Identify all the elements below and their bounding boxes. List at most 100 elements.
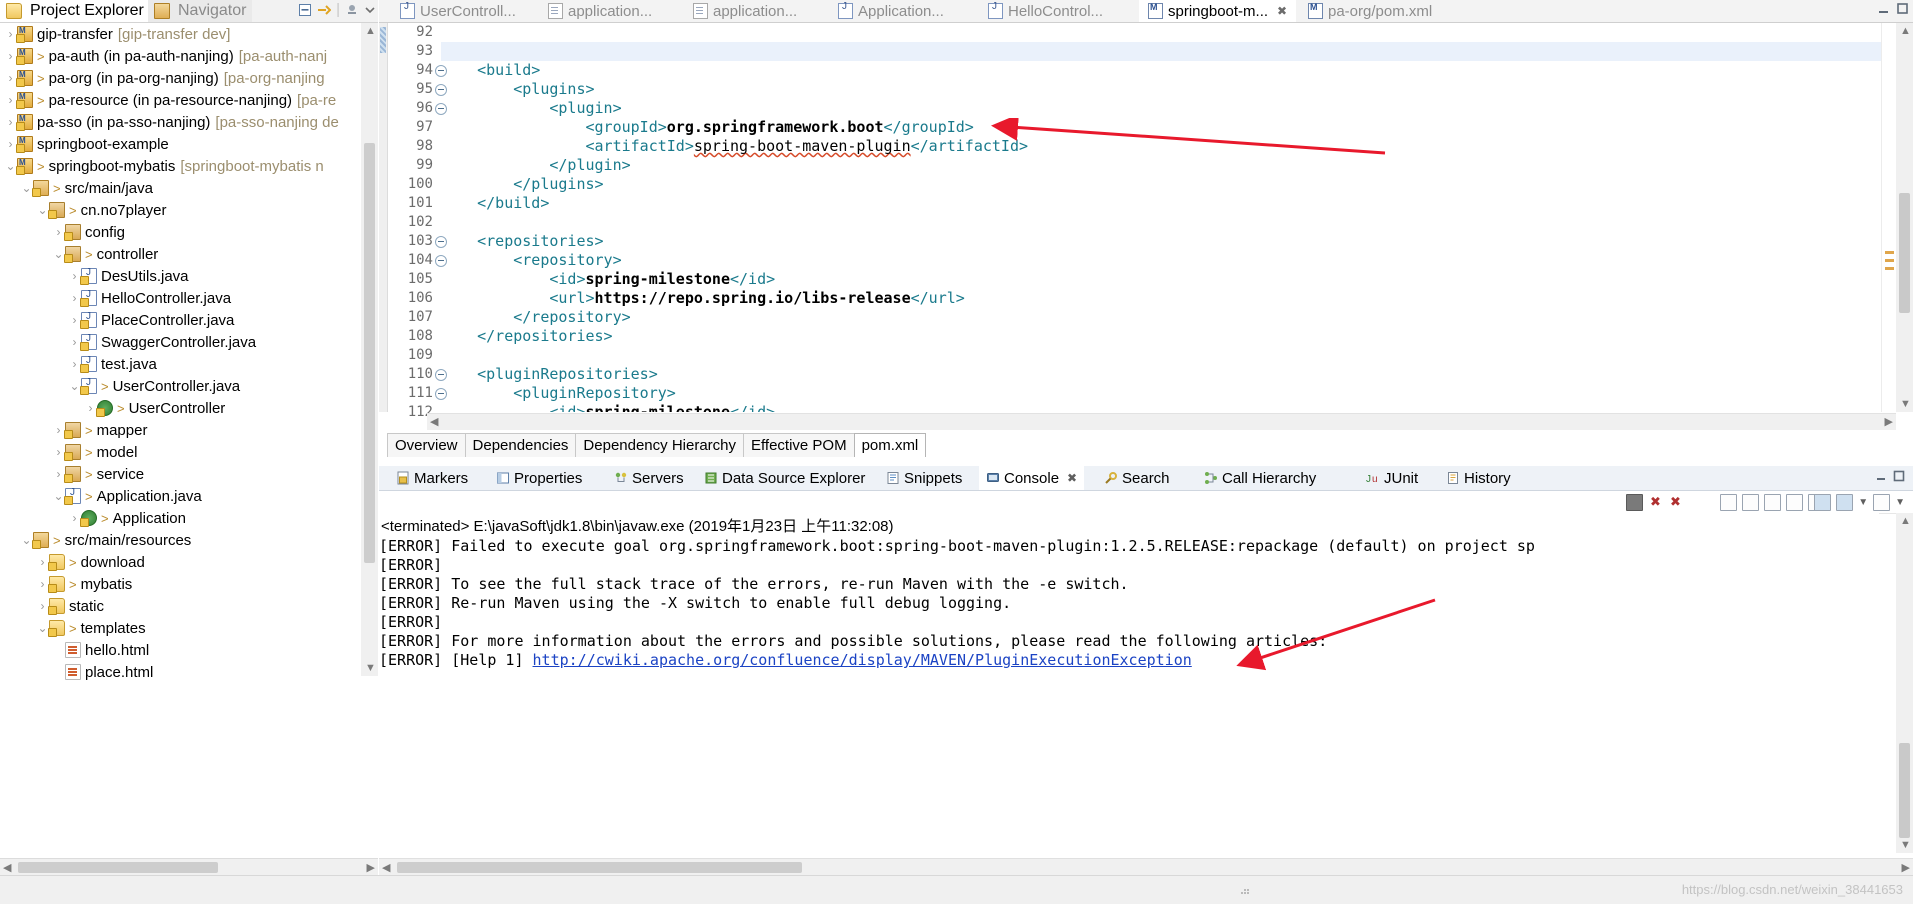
- minimize-icon[interactable]: [1877, 2, 1890, 15]
- close-icon[interactable]: ✖: [1277, 4, 1287, 18]
- tree-item[interactable]: ›>pa-resource (in pa-resource-nanjing)[p…: [0, 89, 360, 111]
- console-tab[interactable]: Console ✖: [979, 466, 1085, 490]
- tree-item[interactable]: ›springboot-example: [0, 133, 360, 155]
- project-tree-vscrollbar[interactable]: ▲ ▼: [361, 23, 378, 676]
- tree-item[interactable]: ›gip-transfer[gip-transfer dev]: [0, 23, 360, 45]
- chevron-down-icon-2[interactable]: ▼: [1895, 497, 1905, 508]
- editor-hscrollbar[interactable]: ◀ ▶: [427, 413, 1896, 430]
- editor-overview-ruler[interactable]: [1881, 23, 1896, 412]
- tree-item[interactable]: ›>pa-org (in pa-org-nanjing)[pa-org-nanj…: [0, 67, 360, 89]
- scroll-up-icon[interactable]: ▲: [1900, 515, 1911, 527]
- open-console-icon[interactable]: [1814, 494, 1832, 511]
- xml-code-editor[interactable]: 92 93 94 95 96 97 98 99 100 101 102 103 104 105 106 107…: [379, 23, 1913, 430]
- scroll-down-icon[interactable]: ▼: [1900, 839, 1911, 851]
- console-tab[interactable]: Call Hierarchy: [1197, 466, 1323, 490]
- chevron-down-icon[interactable]: [364, 3, 376, 17]
- overview-marker[interactable]: [1885, 251, 1894, 254]
- tree-item[interactable]: ⌄ > controller: [0, 243, 360, 265]
- editor-tab[interactable]: Application...: [829, 0, 953, 22]
- word-wrap-icon[interactable]: [1764, 494, 1781, 511]
- console-tab[interactable]: Properties: [489, 466, 589, 490]
- tree-item[interactable]: ⌄ > templates: [0, 617, 360, 639]
- tree-item[interactable]: ›PlaceController.java: [0, 309, 360, 331]
- minimize-icon[interactable]: [1875, 470, 1887, 482]
- code-text-area[interactable]: <build> <plugins> <plugin> <groupId>org.…: [441, 23, 1896, 412]
- tree-item[interactable]: › config: [0, 221, 360, 243]
- pom-tab[interactable]: Effective POM: [743, 433, 855, 457]
- tree-item[interactable]: place.html: [0, 661, 360, 683]
- console-output[interactable]: <terminated> E:\javaSoft\jdk1.8\bin\java…: [379, 513, 1879, 853]
- vscroll-thumb[interactable]: [364, 143, 375, 563]
- vscroll-thumb[interactable]: [1899, 193, 1910, 313]
- editor-tabbar[interactable]: UserControll... application... application…: [379, 0, 1913, 23]
- view-menu-icon[interactable]: [345, 3, 359, 17]
- tree-item[interactable]: › > model: [0, 441, 360, 463]
- scroll-up-icon[interactable]: ▲: [365, 25, 376, 37]
- pom-editor-form-tabs[interactable]: Overview Dependencies Dependency Hierarchy…: [379, 431, 1913, 457]
- maximize-icon[interactable]: [1896, 2, 1909, 15]
- tree-item[interactable]: › > mapper: [0, 419, 360, 441]
- editor-tab[interactable]: application...: [684, 0, 806, 22]
- scroll-down-icon[interactable]: ▼: [365, 662, 376, 674]
- collapse-all-icon[interactable]: [298, 3, 312, 17]
- tree-item[interactable]: ›HelloController.java: [0, 287, 360, 309]
- console-tab[interactable]: History: [1439, 466, 1518, 490]
- console-tab[interactable]: Servers: [607, 466, 691, 490]
- scroll-right-icon[interactable]: ▶: [1885, 415, 1893, 428]
- console-hscrollbar[interactable]: ◀ ▶: [379, 858, 1913, 876]
- overview-marker[interactable]: [1885, 259, 1894, 262]
- tree-item[interactable]: ⌄>UserController.java: [0, 375, 360, 397]
- remove-all-terminated-icon[interactable]: ✖: [1668, 495, 1683, 510]
- tree-item[interactable]: ⌄ > src/main/java: [0, 177, 360, 199]
- tree-item[interactable]: ›SwaggerController.java: [0, 331, 360, 353]
- chevron-down-icon[interactable]: ▼: [1858, 497, 1868, 508]
- console-view-tabbar[interactable]: Markers Properties Servers Data Source Expl…: [379, 466, 1913, 491]
- scroll-up-icon[interactable]: ▲: [1900, 25, 1911, 37]
- close-icon[interactable]: ✖: [1067, 471, 1077, 485]
- pom-tab[interactable]: Dependency Hierarchy: [575, 433, 744, 457]
- remove-launch-icon[interactable]: ✖: [1648, 495, 1663, 510]
- tree-item[interactable]: › > mybatis: [0, 573, 360, 595]
- project-tree-hscrollbar[interactable]: ◀ ▶: [0, 858, 378, 876]
- scroll-right-icon[interactable]: ▶: [1902, 861, 1910, 874]
- scroll-right-icon[interactable]: ▶: [367, 861, 375, 874]
- scroll-left-icon[interactable]: ◀: [382, 861, 390, 874]
- tab-project-explorer[interactable]: Project Explorer ✖: [0, 0, 167, 22]
- console-tab[interactable]: Ju JUnit: [1359, 466, 1425, 490]
- vscroll-thumb[interactable]: [1899, 743, 1910, 838]
- editor-vscrollbar[interactable]: ▲ ▼: [1896, 23, 1913, 412]
- scroll-left-icon[interactable]: ◀: [3, 861, 11, 874]
- editor-tab[interactable]: application...: [539, 0, 661, 22]
- overview-marker[interactable]: [1885, 267, 1894, 270]
- tree-item[interactable]: ›test.java: [0, 353, 360, 375]
- console-tab[interactable]: Markers: [389, 466, 475, 490]
- editor-tab[interactable]: HelloControl...: [979, 0, 1112, 22]
- console-vscrollbar[interactable]: ▲ ▼: [1896, 513, 1913, 853]
- pom-tab[interactable]: pom.xml: [853, 433, 927, 457]
- tree-item[interactable]: ›DesUtils.java: [0, 265, 360, 287]
- tree-item[interactable]: › > UserController: [0, 397, 360, 419]
- tree-item[interactable]: ⌄>Application.java: [0, 485, 360, 507]
- tree-item[interactable]: ⌄ > src/main/resources: [0, 529, 360, 551]
- tree-item[interactable]: ⌄>springboot-mybatis[springboot-mybatis …: [0, 155, 360, 177]
- pom-tab[interactable]: Dependencies: [464, 433, 577, 457]
- pin-icon[interactable]: [1873, 494, 1891, 511]
- console-hyperlink[interactable]: http://cwiki.apache.org/confluence/displ…: [533, 651, 1192, 669]
- pin-console-icon[interactable]: [1786, 494, 1803, 511]
- tree-item[interactable]: › > download: [0, 551, 360, 573]
- editor-tab[interactable]: springboot-m... ✖: [1139, 0, 1297, 22]
- maximize-icon[interactable]: [1893, 470, 1905, 482]
- tree-item[interactable]: ›pa-sso (in pa-sso-nanjing)[pa-sso-nanji…: [0, 111, 360, 133]
- console-tab[interactable]: Search: [1097, 466, 1177, 490]
- editor-tab[interactable]: pa-org/pom.xml: [1299, 0, 1441, 22]
- hscroll-thumb[interactable]: [397, 862, 802, 873]
- scroll-down-icon[interactable]: ▼: [1900, 398, 1911, 410]
- tree-item[interactable]: › > service: [0, 463, 360, 485]
- new-console-view-icon[interactable]: [1836, 494, 1854, 511]
- editor-tab[interactable]: UserControll...: [391, 0, 525, 22]
- terminate-icon[interactable]: [1626, 494, 1643, 511]
- console-tab[interactable]: Snippets: [879, 466, 969, 490]
- tree-item[interactable]: hello.html: [0, 639, 360, 661]
- tree-item[interactable]: › static: [0, 595, 360, 617]
- scroll-left-icon[interactable]: ◀: [430, 415, 438, 428]
